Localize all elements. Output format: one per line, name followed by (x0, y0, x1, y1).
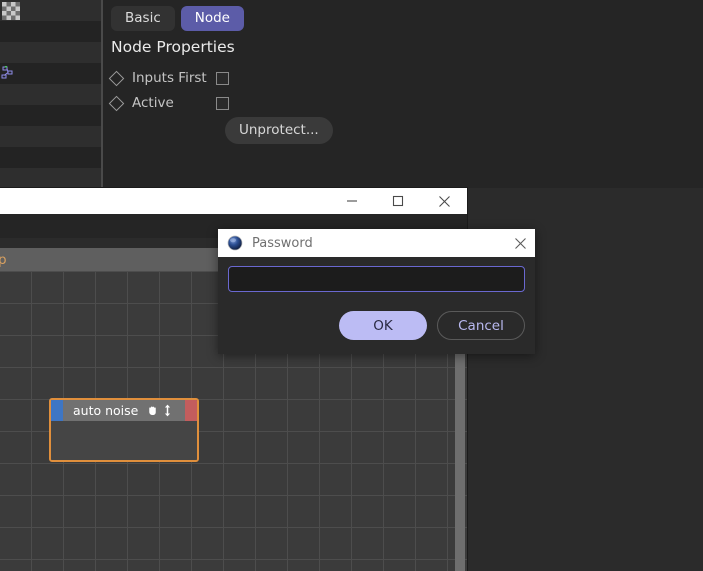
diamond-icon (108, 95, 125, 111)
list-item[interactable] (0, 63, 101, 84)
list-item[interactable] (0, 84, 101, 105)
property-row-inputs-first: Inputs First (108, 67, 229, 89)
list-item[interactable] (0, 126, 101, 147)
dialog-titlebar: Password (218, 229, 535, 257)
list-item[interactable] (0, 42, 101, 63)
diamond-icon (108, 70, 125, 86)
node-body[interactable] (51, 421, 197, 460)
inputs-first-checkbox[interactable] (216, 71, 229, 85)
close-icon (514, 237, 526, 249)
property-label: Active (132, 95, 174, 111)
property-row-active: Active (108, 92, 229, 114)
dialog-button-row: OK Cancel (339, 311, 525, 340)
dialog-body (218, 257, 535, 292)
list-item[interactable] (0, 147, 101, 168)
toolbar-label: p (0, 251, 7, 268)
tab-basic[interactable]: Basic (111, 6, 175, 31)
active-checkbox[interactable] (216, 96, 229, 110)
tab-node[interactable]: Node (180, 6, 244, 31)
up-down-arrow-icon[interactable] (162, 404, 173, 417)
checker-thumbnail-icon (2, 2, 20, 20)
node-title: auto noise (73, 403, 139, 418)
property-label: Inputs First (132, 70, 207, 86)
cancel-button[interactable]: Cancel (437, 311, 525, 340)
hand-icon[interactable] (146, 404, 159, 417)
dialog-title: Password (252, 235, 313, 251)
maximize-button[interactable] (375, 188, 421, 214)
close-button[interactable] (421, 188, 467, 214)
node-icon-group (146, 404, 173, 417)
ok-button[interactable]: OK (339, 311, 427, 340)
password-dialog: Password OK Cancel (218, 229, 535, 354)
dialog-close-button[interactable] (505, 229, 535, 257)
background-application: Basic Node Node Properties Inputs First … (0, 0, 703, 190)
node-input-port[interactable] (51, 400, 63, 421)
close-icon (438, 195, 450, 207)
window-titlebar (0, 188, 467, 214)
node-graph-icon (1, 66, 13, 79)
list-item[interactable] (0, 0, 101, 21)
asset-list-panel[interactable] (0, 0, 101, 190)
desktop-root: Basic Node Node Properties Inputs First … (0, 0, 703, 571)
node-auto-noise[interactable]: auto noise (49, 398, 199, 462)
app-sphere-icon (227, 235, 243, 251)
minimize-icon (347, 200, 357, 202)
node-output-port[interactable] (185, 400, 197, 421)
properties-tabbar: Basic Node (111, 6, 244, 31)
node-header[interactable]: auto noise (51, 400, 197, 421)
list-item[interactable] (0, 105, 101, 126)
page-title: Node Properties (111, 38, 235, 56)
maximize-icon (392, 195, 404, 207)
node-properties-panel: Basic Node Node Properties Inputs First … (103, 0, 703, 188)
list-item[interactable] (0, 168, 101, 189)
minimize-button[interactable] (329, 188, 375, 214)
unprotect-button[interactable]: Unprotect... (225, 117, 333, 144)
list-item[interactable] (0, 21, 101, 42)
password-input[interactable] (228, 266, 525, 292)
